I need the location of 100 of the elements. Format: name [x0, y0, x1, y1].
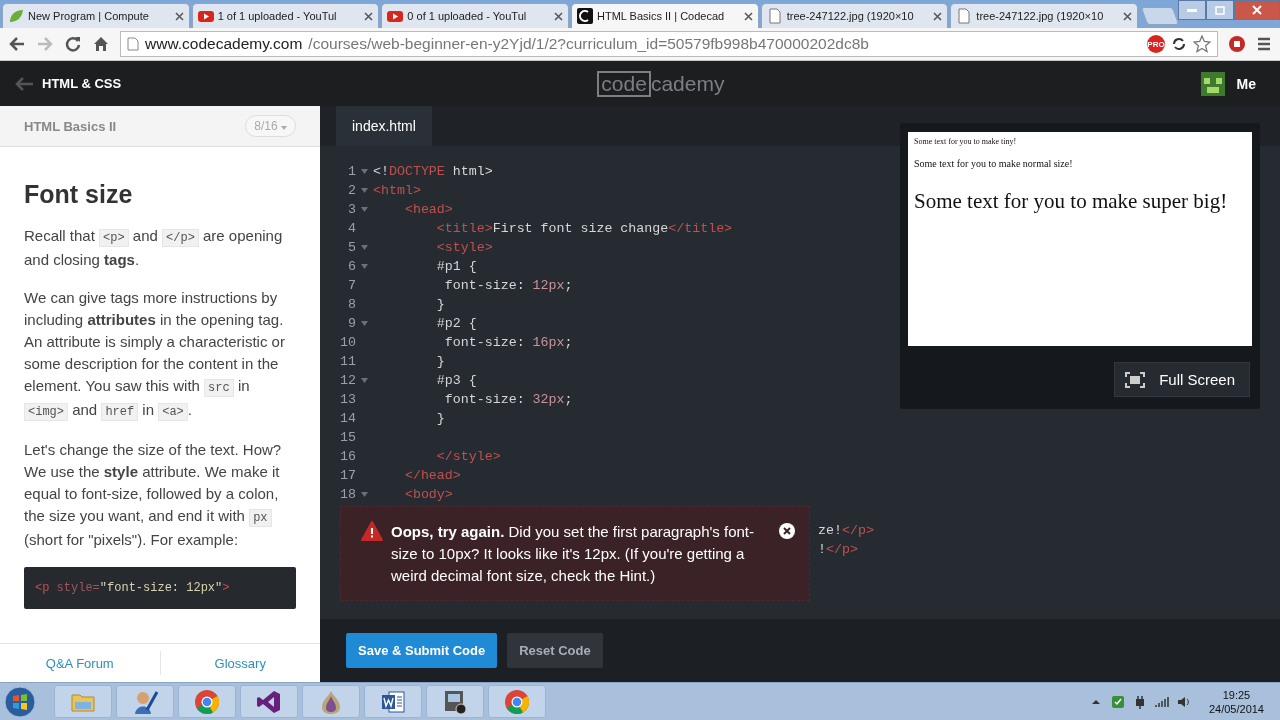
close-icon[interactable] [933, 11, 943, 21]
minimize-button[interactable] [1178, 0, 1206, 20]
caret-icon [281, 126, 287, 130]
close-icon [1252, 5, 1262, 15]
browser-tab[interactable]: tree-247122.jpg (1920×10 [950, 3, 1139, 28]
code-line: } [435, 354, 445, 369]
menu-icon[interactable] [1256, 36, 1272, 52]
line-number: 16 [339, 449, 356, 464]
fold-icon[interactable] [361, 245, 368, 250]
user-menu[interactable]: Me [1236, 75, 1256, 92]
close-icon[interactable] [1123, 11, 1133, 21]
browser-tab[interactable]: 0 of 1 uploaded - YouTul [381, 3, 569, 28]
browser-tab[interactable]: New Program | Compute [2, 3, 190, 28]
line-number: 7 [347, 278, 356, 293]
logo-icon [577, 8, 593, 24]
file-tab[interactable]: index.html [336, 106, 432, 146]
line-number: 2 [347, 183, 356, 198]
speaker-icon[interactable] [1176, 694, 1191, 709]
fullscreen-button[interactable]: Full Screen [1114, 362, 1250, 397]
browser-tab[interactable]: 1 of 1 uploaded - YouTul [191, 3, 380, 28]
close-button[interactable] [1234, 0, 1280, 20]
logo-text[interactable]: code [597, 70, 651, 97]
browser-tab[interactable]: HTML Basics II | Codecad [571, 3, 759, 28]
fold-icon[interactable] [361, 264, 368, 269]
code-line: !</p> [818, 542, 858, 557]
code-line: } [435, 297, 445, 312]
back-icon[interactable] [8, 35, 26, 53]
forum-link[interactable]: Q&A Forum [0, 655, 160, 671]
line-number: 10 [339, 335, 356, 350]
code-line: font-size: 32px; [443, 392, 573, 407]
back-arrow-icon[interactable] [14, 75, 34, 92]
home-icon[interactable] [92, 35, 110, 53]
code-line: #p1 { [435, 259, 477, 274]
line-number: 6 [347, 259, 356, 274]
play-icon [197, 8, 214, 24]
close-icon[interactable] [364, 11, 374, 21]
fold-icon[interactable] [361, 207, 368, 212]
page-icon [956, 8, 973, 24]
fold-icon[interactable] [361, 169, 368, 174]
lesson-paragraph: Recall that <p> and </p> are opening and closing tags. [24, 226, 284, 270]
code-line: <head> [403, 202, 453, 217]
line-number: 4 [347, 221, 356, 236]
stop-icon[interactable] [1228, 35, 1246, 53]
preview-text: Some text for you to make super big! [914, 189, 1229, 214]
leaf-icon [8, 8, 24, 24]
submit-button[interactable]: Save & Submit Code [346, 633, 498, 668]
page-icon [127, 37, 139, 51]
unit-title: HTML Basics II [24, 118, 117, 134]
line-number: 17 [339, 468, 356, 483]
code-line: </head> [403, 468, 461, 483]
preview-text: Some text for you to make tiny! [914, 137, 1018, 146]
shield-icon[interactable] [1110, 694, 1125, 709]
line-number: 13 [339, 392, 356, 407]
line-number: 9 [347, 316, 356, 331]
code-line: font-size: 16px; [443, 335, 573, 350]
start-button[interactable] [4, 685, 36, 718]
browser-icon[interactable] [503, 687, 531, 716]
logo-text[interactable]: cademy [650, 71, 725, 96]
page-icon [766, 8, 783, 24]
clock[interactable]: 19:25 24/05/2014 [1208, 687, 1264, 716]
course-link[interactable]: HTML & CSS [42, 76, 122, 91]
code-line: } [435, 411, 445, 426]
line-number: 5 [347, 240, 356, 255]
signal-icon[interactable] [1154, 694, 1169, 709]
reset-button[interactable]: Reset Code [507, 633, 603, 668]
fold-icon[interactable] [361, 188, 368, 193]
maximize-icon [1215, 5, 1225, 15]
fold-icon[interactable] [361, 378, 368, 383]
avatar-icon[interactable] [1200, 71, 1225, 96]
close-icon[interactable] [743, 11, 753, 21]
close-icon[interactable] [779, 523, 795, 539]
preview-text: Some text for you to make normal size! [914, 158, 1074, 169]
address-bar[interactable]: www.codecademy.com /courses/web-beginner-en-y2Yjd/1/2?curriculum_id=50579fb998b470000202dc8b PRO [120, 31, 1218, 57]
lesson-title: Font size [24, 183, 134, 205]
star-icon[interactable] [1193, 35, 1211, 53]
glossary-link[interactable]: Glossary [160, 655, 320, 671]
code-line: <html> [373, 183, 421, 198]
close-icon[interactable] [554, 11, 563, 21]
code-line: font-size: 12px; [443, 278, 573, 293]
fold-icon[interactable] [361, 492, 368, 497]
fullscreen-icon [1125, 371, 1146, 388]
line-number: 1 [347, 164, 356, 179]
line-number: 12 [339, 373, 356, 388]
extension-badge[interactable]: PRO [1147, 35, 1165, 53]
lesson-paragraph: Let's change the size of the text. How? We use the style attribute. We make it equal to font-size, followed by a colon, the size you want, and end it with px (short for "pixels"). For example: [24, 440, 283, 550]
error-message: Oops, try again. Did you set the first paragraph's font-size to 10px? It looks like it's 12px. (If you're getting a weird decimal font size, check the Hint.) [391, 522, 756, 586]
close-icon[interactable] [174, 11, 184, 21]
line-number: 3 [347, 202, 356, 217]
code-example: <p style="font-size: 12px"> [24, 567, 296, 609]
play-icon [387, 8, 404, 24]
line-number: 11 [339, 354, 356, 369]
code-line: <body> [403, 487, 453, 502]
maximize-button[interactable] [1206, 0, 1234, 20]
reload-icon[interactable] [64, 35, 82, 53]
code-line: <style> [435, 240, 493, 255]
line-number: 14 [339, 411, 356, 426]
browser-icon[interactable] [193, 687, 221, 716]
fold-icon[interactable] [361, 321, 368, 326]
browser-tab[interactable]: tree-247122.jpg (1920×10 [760, 3, 949, 28]
sync-icon[interactable] [1171, 36, 1187, 52]
